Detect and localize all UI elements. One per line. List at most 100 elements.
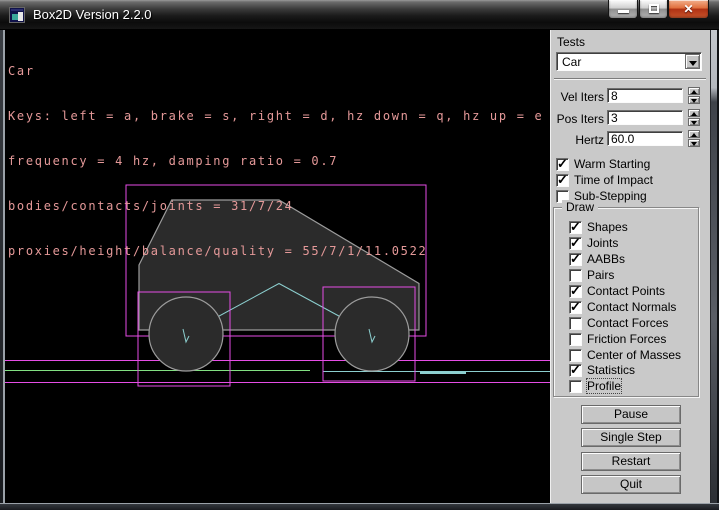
- hertz-spin-up[interactable]: [688, 130, 700, 138]
- checkbox-box: ✓: [556, 158, 569, 171]
- check-icon: ✓: [570, 283, 581, 299]
- check-icon: ✓: [570, 251, 581, 267]
- title-bar[interactable]: Box2D Version 2.2.0 ✕: [0, 0, 719, 30]
- hertz-label: Hertz: [551, 133, 604, 147]
- checkbox-box: ✓: [569, 349, 582, 362]
- checkbox-shapes[interactable]: ✓ Shapes: [569, 220, 628, 234]
- checkbox-label: Center of Masses: [587, 348, 681, 362]
- pos-iters-spinner: [688, 109, 700, 126]
- checkbox-label: Profile: [587, 379, 621, 393]
- hertz-spinner: [688, 130, 700, 147]
- checkbox-label: Joints: [587, 236, 618, 250]
- checkbox-contact-points[interactable]: ✓ Contact Points: [569, 284, 665, 298]
- stats-line-keys: Keys: left = a, brake = s, right = d, hz…: [8, 109, 543, 124]
- checkbox-profile[interactable]: ✓ Profile: [569, 379, 621, 393]
- draw-group-title: Draw: [562, 200, 598, 214]
- spin-down-icon: [691, 142, 697, 146]
- vel-iters-spinner: [688, 87, 700, 104]
- checkbox-label: Contact Forces: [587, 316, 668, 330]
- stats-line-test-name: Car: [8, 64, 543, 79]
- chevron-down-icon: [689, 61, 697, 66]
- stats-line-proxies: proxies/height/balance/quality = 55/7/1/…: [8, 244, 543, 259]
- checkbox-label: Contact Points: [587, 284, 665, 298]
- pos-iters-spin-up[interactable]: [688, 109, 700, 117]
- front-wheel: [335, 297, 409, 371]
- pos-iters-label: Pos Iters: [551, 112, 604, 126]
- checkbox-joints[interactable]: ✓ Joints: [569, 236, 618, 250]
- checkbox-contact-normals[interactable]: ✓ Contact Normals: [569, 300, 676, 314]
- hertz-input[interactable]: [607, 131, 683, 146]
- checkbox-aabbs[interactable]: ✓ AABBs: [569, 252, 625, 266]
- checkbox-label: Contact Normals: [587, 300, 676, 314]
- close-icon: ✕: [669, 2, 708, 16]
- maximize-button[interactable]: [639, 0, 668, 19]
- tests-dropdown-button[interactable]: [685, 54, 700, 69]
- checkbox-label: Statistics: [587, 363, 635, 377]
- checkbox-box: ✓: [569, 221, 582, 234]
- pause-button[interactable]: Pause: [581, 405, 681, 424]
- spin-up-icon: [691, 112, 697, 116]
- stats-line-bodies: bodies/contacts/joints = 31/7/24: [8, 199, 543, 214]
- restart-button[interactable]: Restart: [581, 452, 681, 471]
- vel-iters-input[interactable]: [607, 88, 683, 103]
- check-icon: ✓: [557, 172, 568, 188]
- hertz-spin-down[interactable]: [688, 139, 700, 147]
- checkbox-box: ✓: [569, 317, 582, 330]
- checkbox-label: Pairs: [587, 268, 614, 282]
- close-button[interactable]: ✕: [668, 0, 709, 19]
- pos-iters-input[interactable]: [607, 110, 683, 125]
- quit-button[interactable]: Quit: [581, 475, 681, 494]
- stats-line-frequency: frequency = 4 hz, damping ratio = 0.7: [8, 154, 543, 169]
- checkbox-label: Friction Forces: [587, 332, 666, 346]
- checkbox-box: ✓: [569, 364, 582, 377]
- checkbox-box: ✓: [556, 174, 569, 187]
- check-icon: ✓: [570, 362, 581, 378]
- checkbox-label: Shapes: [587, 220, 628, 234]
- maximize-icon: [649, 4, 659, 13]
- rear-wheel: [149, 297, 223, 371]
- checkbox-label: Time of Impact: [574, 173, 653, 187]
- app-window: Box2D Version 2.2.0 ✕: [0, 0, 719, 510]
- spin-up-icon: [691, 90, 697, 94]
- tests-dropdown[interactable]: Car: [556, 52, 702, 71]
- spin-down-icon: [691, 99, 697, 103]
- panel-separator: [554, 78, 706, 80]
- simulation-canvas[interactable]: Car Keys: left = a, brake = s, right = d…: [5, 30, 550, 503]
- checkbox-time-of-impact[interactable]: ✓ Time of Impact: [556, 173, 653, 187]
- checkbox-contact-forces[interactable]: ✓ Contact Forces: [569, 316, 668, 330]
- spin-up-icon: [691, 133, 697, 137]
- check-icon: ✓: [570, 235, 581, 251]
- checkbox-box: ✓: [569, 237, 582, 250]
- tests-label: Tests: [557, 35, 585, 49]
- spin-down-icon: [691, 121, 697, 125]
- checkbox-center-of-masses[interactable]: ✓ Center of Masses: [569, 348, 681, 362]
- checkbox-friction-forces[interactable]: ✓ Friction Forces: [569, 332, 666, 346]
- tests-dropdown-value: Car: [562, 55, 581, 69]
- window-frame-right: [710, 30, 719, 510]
- control-panel: Tests Car Vel Iters Pos Iters Hertz: [550, 30, 710, 503]
- checkbox-statistics[interactable]: ✓ Statistics: [569, 363, 635, 377]
- checkbox-box: ✓: [569, 253, 582, 266]
- window-title: Box2D Version 2.2.0: [33, 7, 152, 22]
- app-icon: [9, 7, 25, 23]
- checkbox-box: ✓: [569, 380, 582, 393]
- pos-iters-spin-down[interactable]: [688, 118, 700, 126]
- check-icon: ✓: [570, 299, 581, 315]
- checkbox-box: ✓: [569, 285, 582, 298]
- check-icon: ✓: [557, 156, 568, 172]
- minimize-icon: [618, 10, 629, 13]
- window-frame-bottom: [0, 503, 719, 510]
- vel-iters-label: Vel Iters: [551, 90, 604, 104]
- checkbox-box: ✓: [569, 333, 582, 346]
- checkbox-label: Warm Starting: [574, 157, 650, 171]
- checkbox-box: ✓: [569, 301, 582, 314]
- checkbox-pairs[interactable]: ✓ Pairs: [569, 268, 614, 282]
- checkbox-label: AABBs: [587, 252, 625, 266]
- minimize-button[interactable]: [608, 0, 638, 19]
- check-icon: ✓: [570, 219, 581, 235]
- checkbox-warm-starting[interactable]: ✓ Warm Starting: [556, 157, 650, 171]
- vel-iters-spin-down[interactable]: [688, 96, 700, 104]
- vel-iters-spin-up[interactable]: [688, 87, 700, 95]
- debug-stats-text: Car Keys: left = a, brake = s, right = d…: [8, 34, 543, 289]
- single-step-button[interactable]: Single Step: [581, 428, 681, 447]
